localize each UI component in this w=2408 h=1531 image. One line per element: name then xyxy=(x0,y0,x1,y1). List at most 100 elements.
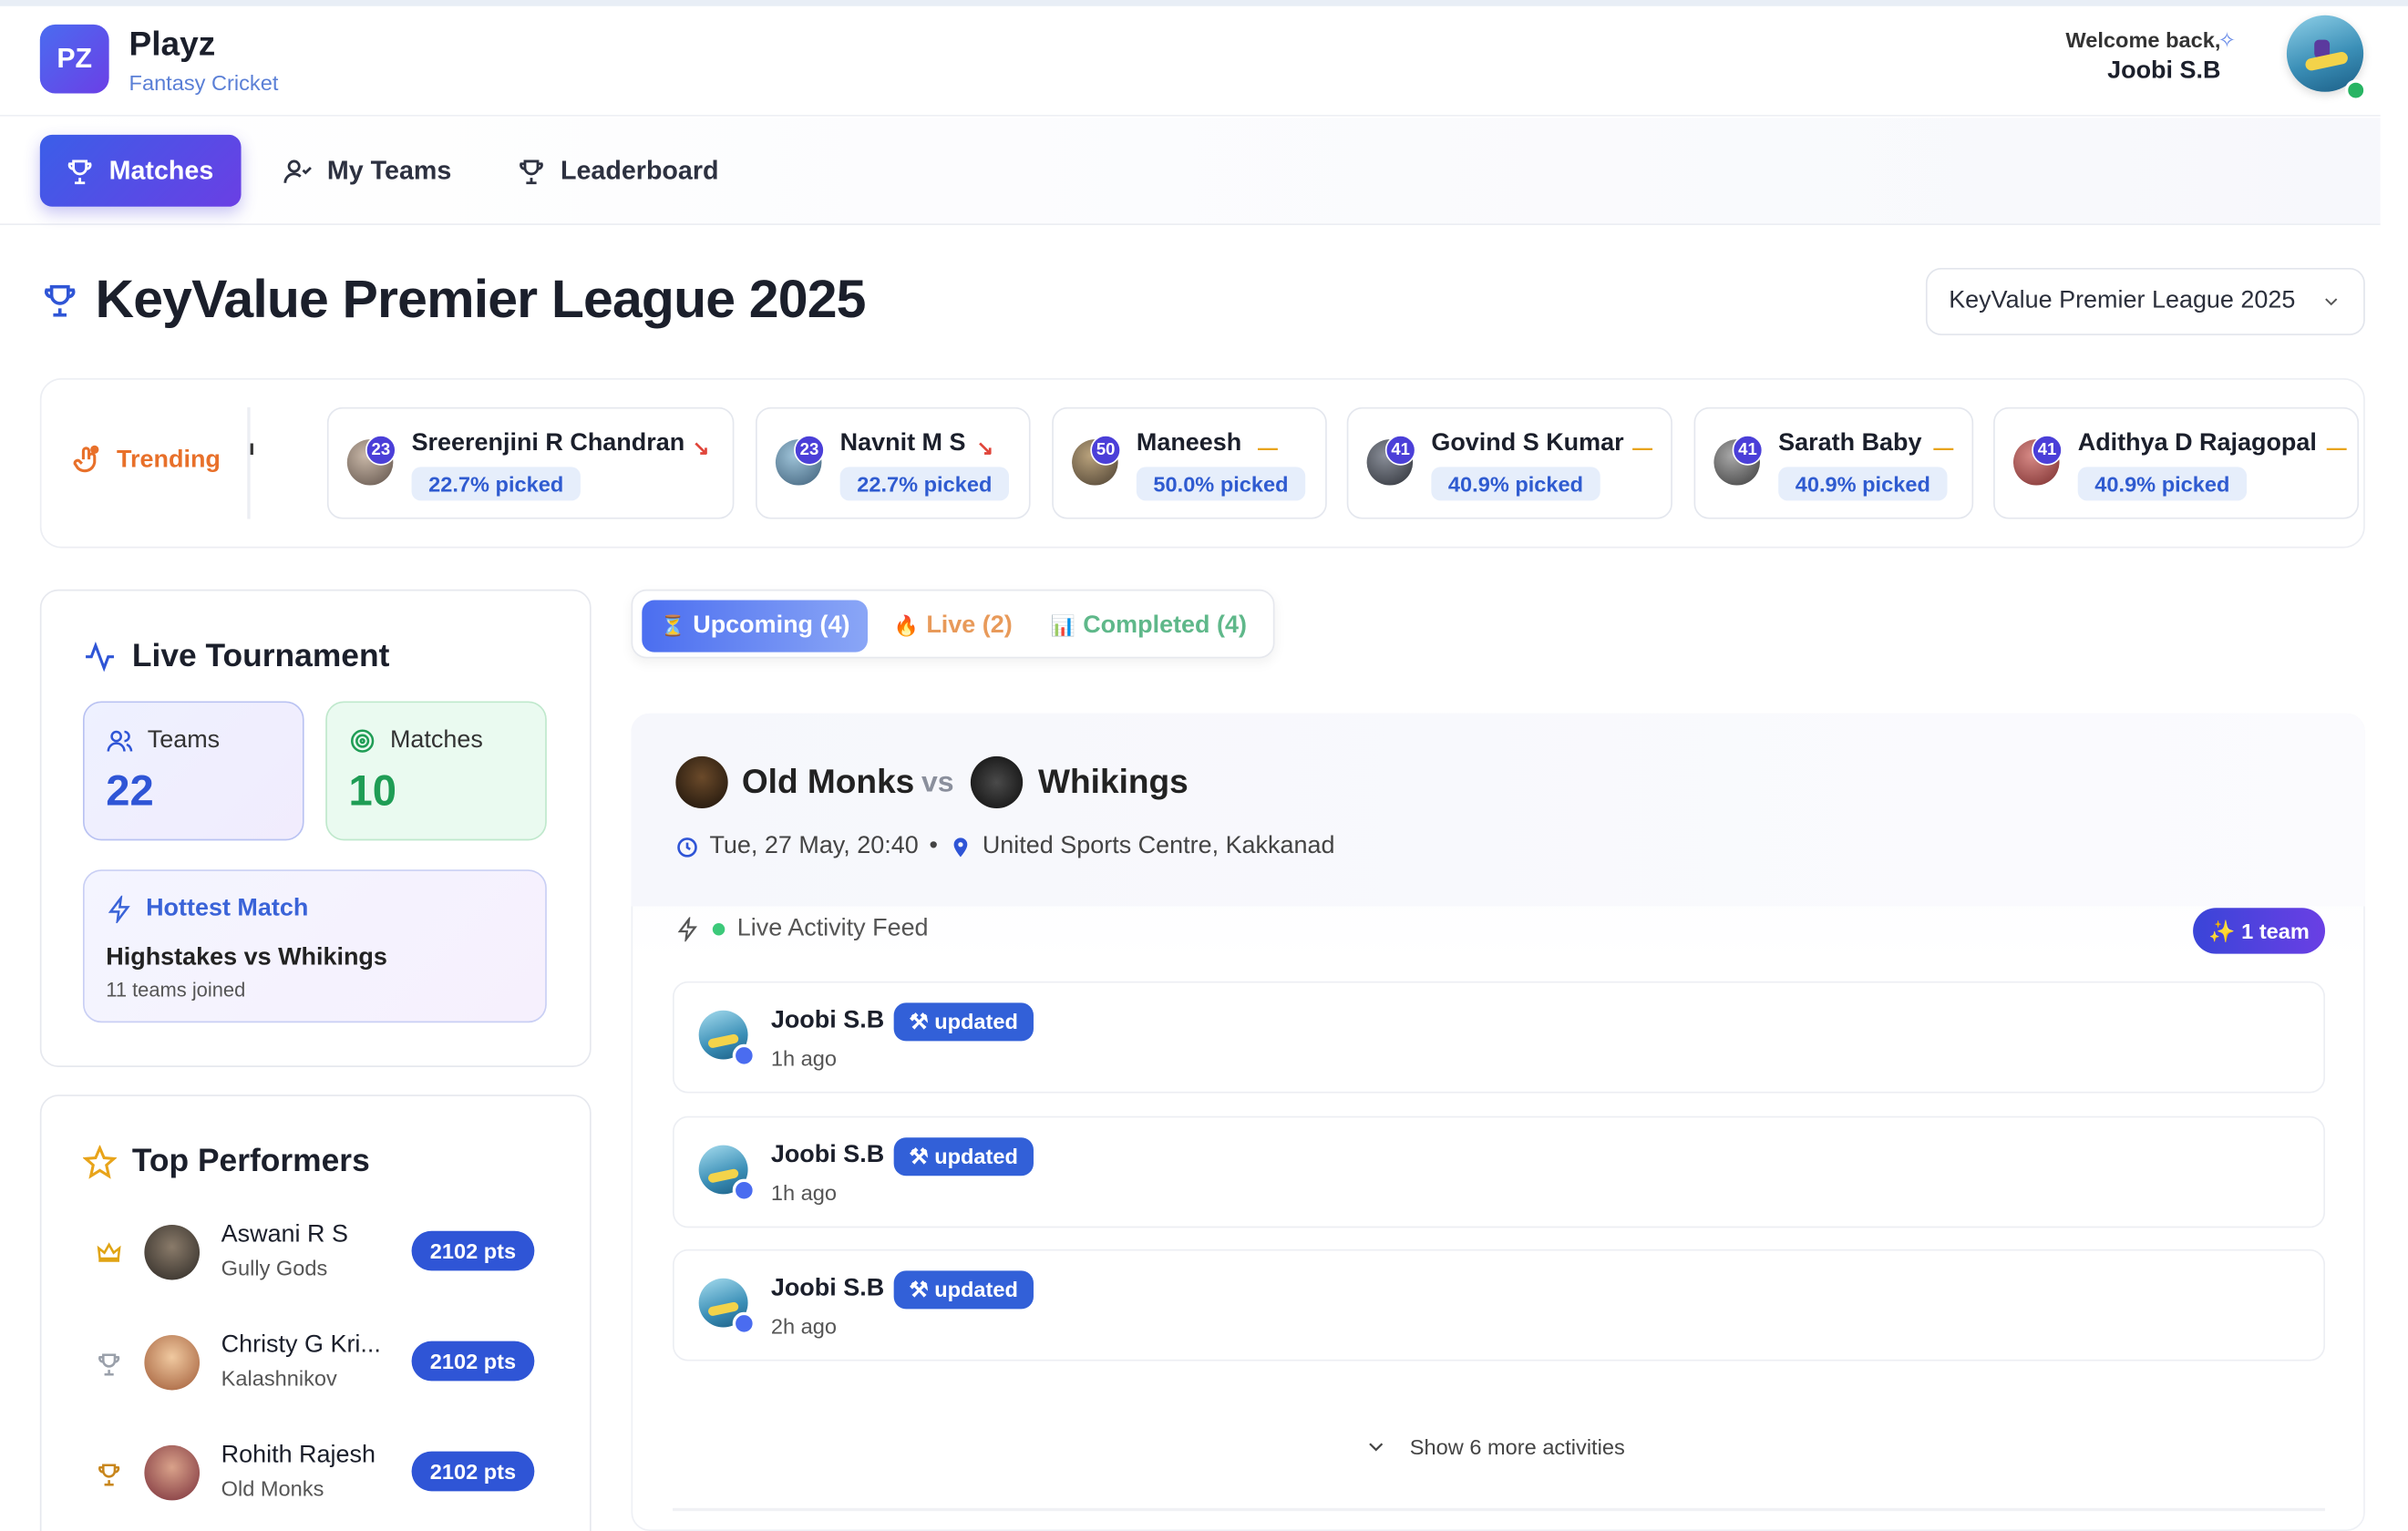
divider xyxy=(673,1507,2326,1512)
picked-badge: 40.9% picked xyxy=(1431,467,1600,501)
player-name: Adithya D Rajagopal xyxy=(2077,430,2317,457)
chevron-down-icon xyxy=(1369,1443,1384,1452)
trending-player-chip[interactable]: 23 Navnit M S 22.7% picked ↘ xyxy=(755,406,1031,519)
trophy-bronze-icon xyxy=(98,1464,120,1486)
nav-matches[interactable]: Matches xyxy=(39,134,242,207)
page-title: KeyValue Premier League 2025 xyxy=(95,269,866,330)
performer-row[interactable]: Rohith Rajesh Old Monks 2102 pts xyxy=(83,1433,538,1525)
live-tournament-title-text: Live Tournament xyxy=(131,638,390,674)
live-indicator-dot xyxy=(712,923,725,936)
trend-flat-icon: — xyxy=(1257,436,1278,459)
app-logo[interactable]: PZ xyxy=(39,24,109,94)
old-monks-logo xyxy=(675,755,728,809)
performer-team: Old Monks xyxy=(221,1475,324,1501)
performer-avatar xyxy=(144,1225,201,1280)
lightning-icon xyxy=(677,917,697,942)
performer-team: Gully Gods xyxy=(221,1255,328,1280)
trending-player-chip[interactable]: 41 Govind S Kumar 40.9% picked — xyxy=(1346,406,1672,519)
welcome-block: Welcome back, Joobi S.B xyxy=(2065,27,2220,86)
updated-badge: ⚒ updated xyxy=(893,1002,1034,1042)
welcome-text: Welcome back, xyxy=(2065,27,2221,53)
performer-avatar xyxy=(144,1444,201,1501)
app-header: PZ Playz Fantasy Cricket Welcome back, J… xyxy=(0,6,2381,117)
activity-icon xyxy=(86,642,114,673)
nav-my-teams-label: My Teams xyxy=(326,155,452,185)
whikings-logo xyxy=(970,755,1024,809)
trending-player-chip[interactable]: 50 Maneesh 50.0% picked — xyxy=(1052,406,1327,519)
top-performers-title: Top Performers xyxy=(82,1144,370,1180)
tab-live[interactable]: 🔥 Live (2) xyxy=(875,601,1031,652)
match-meta: Tue, 27 May, 20:40 • United Sports Centr… xyxy=(675,833,1334,860)
location-pin-icon xyxy=(953,837,967,857)
teams-stat: Teams 22 xyxy=(82,701,304,841)
league-select-value: KeyValue Premier League 2025 xyxy=(1949,287,2296,314)
trending-label: Trending xyxy=(71,444,221,478)
activity-user: Joobi S.B xyxy=(770,1275,885,1301)
vs-label: vs xyxy=(921,766,954,799)
activity-item[interactable]: Joobi S.B ⚒ updated 1h ago xyxy=(673,981,2326,1094)
teams-label-text: Teams xyxy=(147,727,221,754)
activity-user: Joobi S.B xyxy=(770,1142,885,1168)
pointer-icon xyxy=(73,445,99,473)
crown-icon xyxy=(97,1242,121,1262)
trend-down-icon: ↘ xyxy=(692,436,710,459)
nav-leaderboard[interactable]: Leaderboard xyxy=(500,135,734,207)
bar-chart-icon: 📊 xyxy=(1050,613,1075,637)
tab-upcoming[interactable]: ⏳ Upcoming (4) xyxy=(642,600,869,652)
trend-down-icon: ↘ xyxy=(976,436,994,459)
activity-time: 1h ago xyxy=(770,1045,838,1071)
player-name: Sreerenjini R Chandran xyxy=(411,430,685,457)
edit-badge-icon xyxy=(732,1178,756,1202)
chevron-down-icon xyxy=(2325,298,2338,306)
user-name: Joobi S.B xyxy=(2107,57,2221,85)
activity-item[interactable]: Joobi S.B ⚒ updated 1h ago xyxy=(673,1115,2326,1228)
hottest-match-card[interactable]: Hottest Match Highstakes vs Whikings 11 … xyxy=(82,869,547,1023)
feed-title: Live Activity Feed xyxy=(736,915,929,942)
hottest-label-text: Hottest Match xyxy=(146,895,309,922)
performer-row[interactable]: Aswani R S Gully Gods 2102 pts xyxy=(83,1213,538,1305)
team-count-badge[interactable]: ✨ 1 team xyxy=(2193,908,2326,954)
matches-label-text: Matches xyxy=(389,727,483,754)
player-name: Maneesh xyxy=(1136,430,1242,457)
app-name: Playz xyxy=(129,24,216,63)
target-icon xyxy=(351,729,375,753)
picked-badge: 40.9% picked xyxy=(1778,467,1948,501)
performer-team: Kalashnikov xyxy=(221,1365,337,1391)
star-icon xyxy=(82,1145,118,1179)
nav-my-teams[interactable]: My Teams xyxy=(267,135,467,207)
trending-player-chip[interactable]: 41 Sarath Baby 40.9% picked — xyxy=(1693,406,1974,519)
users-icon xyxy=(107,730,133,752)
edit-badge-icon xyxy=(732,1311,756,1335)
player-points-badge: 23 xyxy=(794,435,825,466)
updated-badge: ⚒ updated xyxy=(893,1270,1034,1310)
show-more-activities-button[interactable]: Show 6 more activities xyxy=(1364,1434,1625,1459)
trending-player-chip[interactable]: 41 Adithya D Rajagopal 40.9% picked — xyxy=(1993,406,2360,519)
picked-badge: 22.7% picked xyxy=(839,467,1009,501)
player-points-badge: 50 xyxy=(1090,435,1122,466)
trend-flat-icon: — xyxy=(2326,436,2347,459)
teams-stat-value: 22 xyxy=(106,766,154,815)
player-name: Govind S Kumar xyxy=(1431,430,1624,457)
tab-upcoming-label: Upcoming (4) xyxy=(693,612,850,639)
trending-divider: ı xyxy=(247,406,262,519)
hourglass-icon: ⏳ xyxy=(660,613,685,637)
user-check-icon xyxy=(283,159,312,183)
activity-item[interactable]: Joobi S.B ⚒ updated 2h ago xyxy=(673,1248,2326,1361)
performer-row[interactable]: Christy G Kri... Kalashnikov 2102 pts xyxy=(83,1323,538,1415)
performer-points: 2102 pts xyxy=(411,1451,535,1492)
edit-badge-icon xyxy=(732,1043,756,1067)
tab-completed-label: Completed (4) xyxy=(1083,612,1247,639)
trending-player-chip[interactable]: 23 Sreerenjini R Chandran 22.7% picked ↘ xyxy=(326,406,735,519)
team-a-name: Old Monks xyxy=(741,762,915,801)
league-select[interactable]: KeyValue Premier League 2025 xyxy=(1925,268,2365,335)
hottest-match-label: Hottest Match xyxy=(106,895,309,924)
updated-badge: ⚒ updated xyxy=(893,1137,1034,1177)
sparkle-icon: ✧ xyxy=(2218,27,2237,53)
trend-flat-icon: — xyxy=(1933,436,1954,459)
online-status-dot xyxy=(2344,79,2367,101)
player-points-badge: 41 xyxy=(1732,435,1764,466)
activity-time: 1h ago xyxy=(770,1180,838,1206)
tab-completed[interactable]: 📊 Completed (4) xyxy=(1032,601,1265,652)
player-name: Sarath Baby xyxy=(1778,430,1922,457)
hottest-match-name: Highstakes vs Whikings xyxy=(106,944,387,971)
